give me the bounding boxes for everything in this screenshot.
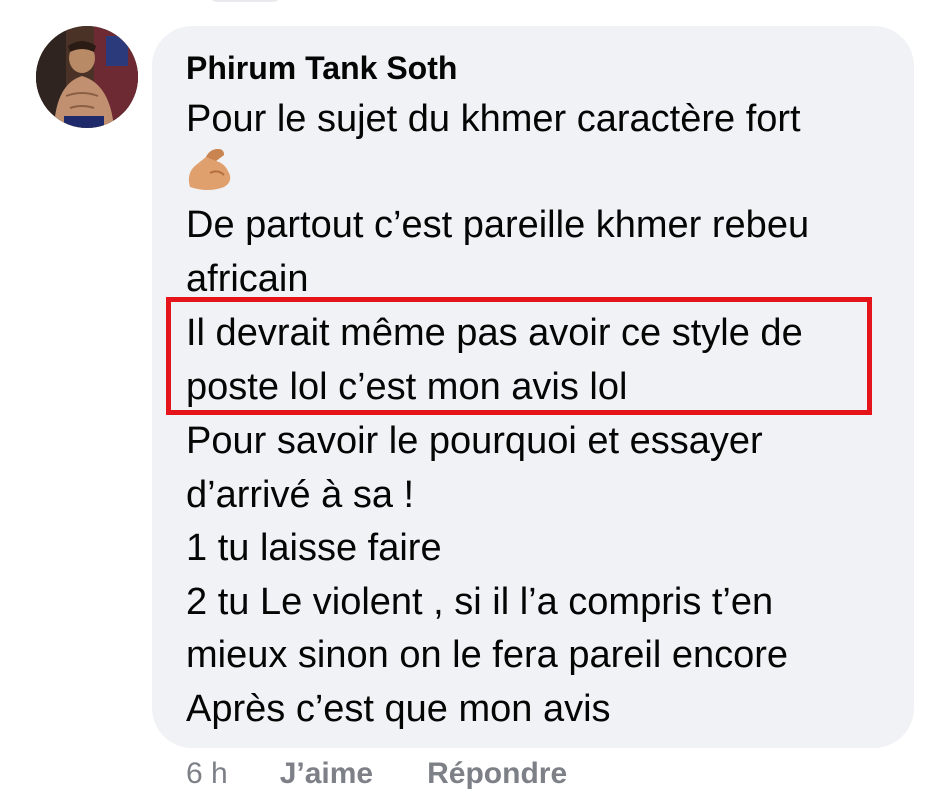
comment-author[interactable]: Phirum Tank Soth — [186, 48, 457, 88]
comment-line: mieux sinon on le fera pareil encore — [186, 634, 789, 676]
comment-line: De partout c’est pareille khmer rebeu — [186, 204, 810, 246]
timestamp[interactable]: 6 h — [186, 754, 228, 794]
comment-line: Pour savoir le pourquoi et essayer — [186, 420, 763, 462]
avatar-photo — [36, 26, 138, 128]
like-button[interactable]: J’aime — [280, 754, 373, 794]
comment-line: 1 tu laisse faire — [186, 527, 442, 569]
comment-line: d’arrivé à sa ! — [186, 474, 415, 516]
comment-actions: 6 h J’aime Répondre — [186, 754, 567, 794]
comment-line: Après c’est que mon avis — [186, 688, 611, 730]
avatar[interactable] — [36, 26, 138, 128]
reply-button[interactable]: Répondre — [427, 754, 567, 794]
highlight-box — [166, 297, 872, 415]
comment-line: Pour le sujet du khmer caractère fort — [186, 98, 801, 140]
comment-line: 2 tu Le violent , si il l’a compris t’en — [186, 581, 774, 623]
previous-comment-edge — [210, 0, 280, 2]
flexed-biceps-icon — [184, 143, 236, 193]
